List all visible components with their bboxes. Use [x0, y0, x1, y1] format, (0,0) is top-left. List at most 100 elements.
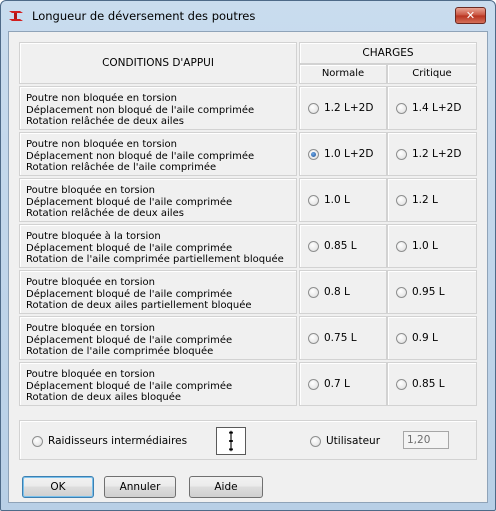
radio-circle[interactable] [396, 286, 407, 298]
radio-circle[interactable] [308, 194, 319, 206]
normale-label: 0.7 L [324, 378, 350, 390]
critique-cell: 1.4 L+2D [387, 86, 477, 130]
close-button[interactable]: ✕ [455, 7, 486, 24]
normale-label: 0.8 L [324, 286, 350, 298]
critique-cell: 1.2 L [387, 178, 477, 222]
dialog-window: Longueur de déversement des poutres ✕ CO… [0, 0, 496, 511]
condition-cell: Poutre bloquée en torsion Déplacement blo… [19, 178, 297, 222]
radio-circle[interactable] [32, 435, 43, 447]
normale-radio[interactable]: 0.85 L [308, 240, 357, 252]
condition-cell: Poutre bloquée à la torsion Déplacement b… [19, 224, 297, 268]
radio-circle[interactable] [308, 102, 319, 114]
radio-circle[interactable] [396, 194, 407, 206]
critique-label: 1.2 L [412, 194, 438, 206]
radio-circle[interactable] [308, 378, 319, 390]
header-conditions: CONDITIONS D'APPUI [19, 42, 297, 84]
utilisateur-radio[interactable]: Utilisateur [310, 435, 380, 447]
normale-cell: 1.0 L [299, 178, 387, 222]
radio-circle[interactable] [310, 435, 321, 447]
critique-label: 1.2 L+2D [412, 148, 462, 160]
normale-label: 1.0 L+2D [324, 148, 374, 160]
critique-cell: 1.0 L [387, 224, 477, 268]
normale-radio[interactable]: 0.75 L [308, 332, 357, 344]
condition-line: Poutre bloquée en torsion [26, 185, 155, 196]
app-beam-icon [9, 11, 23, 21]
aide-button[interactable]: Aide [189, 476, 263, 498]
radio-circle[interactable] [308, 286, 319, 298]
normale-cell: 0.75 L [299, 316, 387, 360]
normale-cell: 1.0 L+2D [299, 132, 387, 176]
critique-radio[interactable]: 0.9 L [396, 332, 438, 344]
critique-cell: 0.95 L [387, 270, 477, 314]
condition-line: Déplacement bloqué de l'aile comprimée [26, 196, 233, 208]
title-bar[interactable]: Longueur de déversement des poutres ✕ [1, 1, 495, 31]
normale-cell: 1.2 L+2D [299, 86, 387, 130]
raidisseurs-radio[interactable]: Raidisseurs intermédiaires [32, 435, 187, 447]
radio-circle[interactable] [396, 378, 407, 390]
normale-radio[interactable]: 0.7 L [308, 378, 350, 390]
condition-cell: Poutre non bloquée en torsion Déplacement… [19, 132, 297, 176]
condition-cell: Poutre bloquée en torsion Déplacement blo… [19, 316, 297, 360]
critique-label: 0.85 L [412, 378, 445, 390]
normale-radio[interactable]: 1.2 L+2D [308, 102, 373, 114]
dialog-body: CONDITIONS D'APPUI CHARGES Normale Criti… [8, 31, 488, 503]
condition-line: Poutre non bloquée en torsion [26, 139, 177, 150]
condition-line: Rotation de deux ailes bloquée [26, 392, 182, 403]
condition-line: Rotation de l'aile comprimée partielleme… [26, 254, 284, 265]
normale-label: 0.85 L [324, 240, 357, 252]
condition-line: Poutre bloquée en torsion [26, 323, 155, 334]
header-critique: Critique [387, 64, 477, 84]
normale-radio[interactable]: 1.0 L [308, 194, 350, 206]
condition-line: Déplacement bloqué de l'aile comprimée [26, 334, 233, 346]
radio-circle[interactable] [396, 240, 407, 252]
ok-button[interactable]: OK [22, 476, 94, 498]
critique-radio[interactable]: 1.2 L [396, 194, 438, 206]
condition-line: Poutre bloquée à la torsion [26, 231, 161, 242]
critique-label: 0.95 L [412, 286, 445, 298]
condition-line: Déplacement bloqué de l'aile comprimée [26, 242, 233, 254]
normale-label: 1.2 L+2D [324, 102, 374, 114]
radio-circle[interactable] [308, 332, 319, 344]
condition-line: Poutre bloquée en torsion [26, 277, 155, 288]
critique-cell: 1.2 L+2D [387, 132, 477, 176]
condition-line: Déplacement non bloqué de l'aile comprim… [26, 104, 255, 116]
critique-radio[interactable]: 1.0 L [396, 240, 438, 252]
utilisateur-value-field[interactable]: 1,20 [403, 431, 449, 449]
critique-label: 1.4 L+2D [412, 102, 462, 114]
condition-line: Rotation relâchée de l'aile comprimée [26, 162, 217, 173]
condition-line: Déplacement bloqué de l'aile comprimée [26, 380, 233, 392]
condition-line: Déplacement bloqué de l'aile comprimée [26, 288, 233, 300]
critique-cell: 0.85 L [387, 362, 477, 406]
condition-line: Poutre non bloquée en torsion [26, 93, 177, 104]
stiffener-icon[interactable] [216, 427, 246, 455]
radio-circle[interactable] [396, 102, 407, 114]
normale-label: 1.0 L [324, 194, 350, 206]
condition-cell: Poutre non bloquée en torsion Déplacement… [19, 86, 297, 130]
condition-line: Poutre bloquée en torsion [26, 369, 155, 380]
bottom-options-panel: Raidisseurs intermédiaires Utilisateur 1… [19, 420, 477, 460]
normale-cell: 0.85 L [299, 224, 387, 268]
normale-radio[interactable]: 0.8 L [308, 286, 350, 298]
annuler-button[interactable]: Annuler [104, 476, 176, 498]
radio-circle[interactable] [308, 240, 319, 252]
critique-label: 1.0 L [412, 240, 438, 252]
critique-radio[interactable]: 1.2 L+2D [396, 148, 461, 160]
radio-circle[interactable] [396, 148, 407, 160]
normale-radio[interactable]: 1.0 L+2D [308, 148, 373, 160]
critique-cell: 0.9 L [387, 316, 477, 360]
critique-label: 0.9 L [412, 332, 438, 344]
radio-circle[interactable] [396, 332, 407, 344]
condition-line: Déplacement non bloqué de l'aile comprim… [26, 150, 255, 162]
condition-line: Rotation de deux ailes partiellement blo… [26, 300, 252, 311]
critique-radio[interactable]: 0.95 L [396, 286, 445, 298]
condition-line: Rotation relâchée de deux ailes [26, 116, 184, 127]
radio-circle[interactable] [308, 148, 319, 160]
normale-cell: 0.8 L [299, 270, 387, 314]
condition-cell: Poutre bloquée en torsion Déplacement blo… [19, 362, 297, 406]
normale-label: 0.75 L [324, 332, 357, 344]
critique-radio[interactable]: 0.85 L [396, 378, 445, 390]
critique-radio[interactable]: 1.4 L+2D [396, 102, 461, 114]
header-normale: Normale [299, 64, 387, 84]
header-charges: CHARGES [299, 42, 477, 64]
condition-line: Rotation relâchée de deux ailes [26, 208, 184, 219]
